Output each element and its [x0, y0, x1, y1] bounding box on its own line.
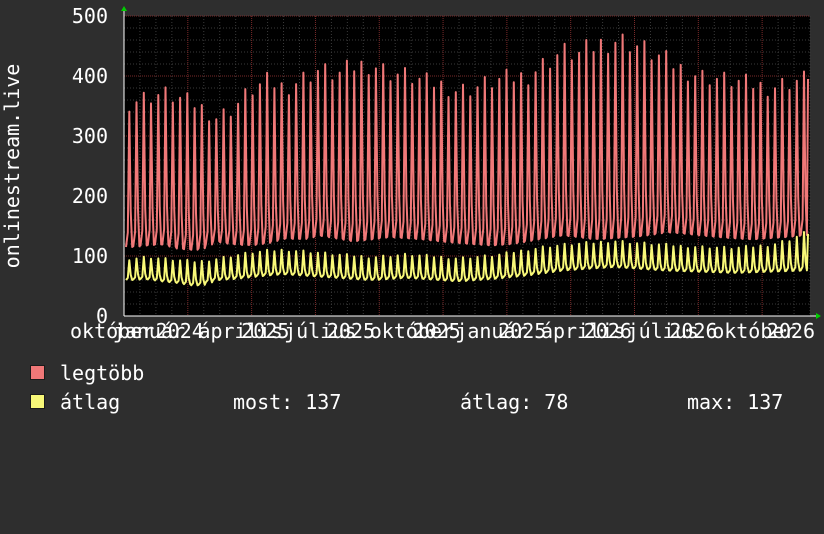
x-tick-label: 2025 [327, 319, 375, 343]
stat-avg: átlag: 78 [460, 390, 569, 414]
stat-max: max: 137 [687, 390, 784, 414]
legend-swatch-max [30, 365, 45, 380]
x-tick-label: 2025 [413, 319, 461, 343]
x-axis-arrow [816, 313, 821, 319]
chart: 0100200300400500 októberjanuár2024áprili… [0, 4, 821, 343]
stat-now: most: 137 [233, 390, 342, 414]
y-axis-arrow [121, 6, 127, 11]
x-tick-labels: októberjanuár2024április2025július2025ok… [70, 319, 815, 343]
y-tick-label: 500 [72, 4, 108, 28]
x-tick-label: 2026 [767, 319, 815, 343]
x-tick-label: 2025 [498, 319, 546, 343]
x-tick-label: 2024 [156, 319, 204, 343]
legend-row-max: legtöbb [30, 361, 144, 385]
x-tick-label: 2025 [241, 319, 289, 343]
y-tick-labels: 0100200300400500 [72, 4, 108, 328]
x-tick-label: 2026 [669, 319, 717, 343]
y-axis-label: onlinestream.live [0, 64, 24, 269]
legend-row-avg: átlag most: 137 átlag: 78 max: 137 [30, 390, 810, 414]
y-tick-label: 400 [72, 64, 108, 88]
legend-label-max: legtöbb [60, 361, 145, 385]
legend-swatch-avg [30, 394, 45, 409]
x-tick-label: 2026 [584, 319, 632, 343]
legend-label-avg: átlag [60, 390, 121, 414]
y-tick-label: 100 [72, 244, 108, 268]
y-tick-label: 300 [72, 124, 108, 148]
y-tick-label: 200 [72, 184, 108, 208]
